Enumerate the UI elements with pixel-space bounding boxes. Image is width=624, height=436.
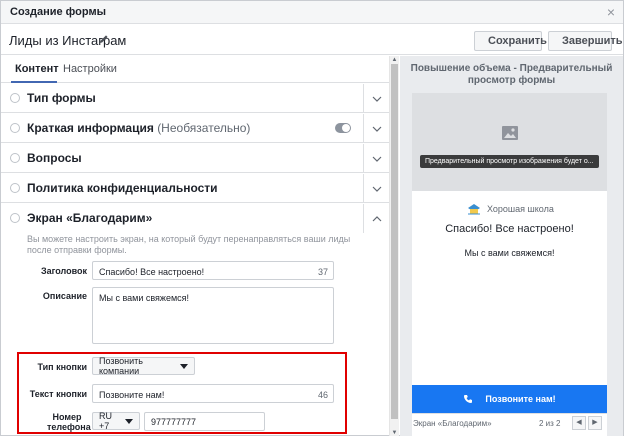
preview-screen-label: Экран «Благодарим» [413, 419, 492, 428]
brand-name: Хорошая школа [487, 204, 554, 214]
preview-headline: Спасибо! Все настроено! [445, 223, 574, 235]
preview-title: Повышение объема - Предварительный просм… [410, 63, 613, 86]
scroll-up-icon[interactable]: ▲ [390, 56, 399, 64]
chevron-down-icon[interactable] [363, 114, 389, 143]
preview-image-area: Предварительный просмотр изображения буд… [412, 93, 607, 191]
save-button[interactable]: Сохранить [474, 31, 547, 51]
finish-button-label: Завершить [562, 35, 623, 47]
section-status-radio [10, 123, 20, 133]
headline-label: Заголовок [40, 266, 87, 276]
phone-number-input[interactable]: 977777777 [144, 412, 265, 431]
form-header: Лиды из Инстаграм Сохранить Завершить [1, 25, 623, 55]
section-label: Краткая информация (Необязательно) [27, 121, 250, 135]
description-value: Мы с вами свяжемся! [99, 293, 190, 303]
section-status-radio [10, 93, 20, 103]
section-label: Политика конфиденциальности [27, 181, 218, 195]
button-type-label: Тип кнопки [37, 362, 87, 372]
button-type-select[interactable]: Позвонить компании [92, 356, 195, 376]
next-screen-button[interactable]: ▶ [588, 416, 602, 430]
preview-pager: 2 из 2 [539, 419, 561, 428]
active-tab-indicator [11, 81, 57, 83]
tab-settings[interactable]: Настройки [63, 63, 117, 75]
section-label-text: Краткая информация [27, 121, 154, 135]
section-status-radio [10, 183, 20, 193]
dialog-title: Создание формы [10, 6, 106, 18]
chevron-down-icon[interactable] [363, 144, 389, 173]
section-status-radio [10, 153, 20, 163]
thank-you-description: Вы можете настроить экран, на который бу… [27, 234, 351, 255]
create-form-dialog: Создание формы × Лиды из Инстаграм Сохра… [0, 0, 624, 436]
cta-label: Позвоните нам! [485, 394, 556, 404]
headline-input[interactable]: Спасибо! Все настроено! 37 [92, 261, 334, 280]
chevron-up-icon[interactable] [363, 204, 389, 233]
phone-country-value: RU +7 [99, 411, 112, 431]
phone-label: Номер телефона [47, 412, 91, 432]
phone-country-select[interactable]: RU +7 [92, 411, 140, 431]
section-status-radio [10, 213, 20, 223]
headline-char-count: 37 [317, 267, 328, 277]
save-button-label: Сохранить [488, 35, 547, 47]
description-label: Описание [42, 291, 87, 301]
caret-down-icon [180, 363, 188, 369]
editor-tabs: Контент Настройки [1, 56, 398, 83]
scroll-down-icon[interactable]: ▼ [390, 429, 399, 436]
chevron-down-icon[interactable] [363, 84, 389, 113]
section-questions[interactable]: Вопросы [1, 144, 389, 173]
section-label: Вопросы [27, 151, 82, 165]
phone-number-value: 977777777 [151, 417, 197, 427]
button-text-value: Позвоните нам! [99, 390, 165, 400]
scrollbar-thumb[interactable] [391, 64, 398, 419]
caret-down-icon [125, 418, 133, 424]
description-textarea[interactable]: Мы с вами свяжемся! [92, 287, 334, 344]
preview-footer: Экран «Благодарим» 2 из 2 ◀ ▶ [412, 413, 607, 436]
preview-panel: Повышение объема - Предварительный просм… [400, 56, 623, 436]
preview-call-button[interactable]: Позвоните нам! [412, 385, 607, 413]
optional-hint: (Необязательно) [157, 121, 251, 135]
preview-brand: Хорошая школа [467, 203, 554, 215]
image-icon [502, 126, 518, 140]
preview-phone: Предварительный просмотр изображения буд… [412, 93, 607, 436]
pencil-icon[interactable] [99, 34, 109, 44]
section-privacy-policy[interactable]: Политика конфиденциальности [1, 174, 389, 203]
button-text-label: Текст кнопки [29, 389, 87, 399]
close-icon[interactable]: × [607, 4, 615, 20]
headline-value: Спасибо! Все настроено! [99, 267, 205, 277]
preview-description: Мы с вами свяжемся! [464, 248, 555, 258]
school-logo-icon [468, 204, 480, 215]
section-intro[interactable]: Краткая информация (Необязательно) [1, 114, 389, 143]
dialog-titlebar: Создание формы × [1, 1, 623, 24]
prev-screen-button[interactable]: ◀ [572, 416, 586, 430]
button-type-value: Позвонить компании [99, 356, 143, 376]
tab-content[interactable]: Контент [15, 63, 59, 75]
button-text-char-count: 46 [317, 390, 328, 400]
intro-toggle[interactable] [335, 123, 351, 133]
section-form-type[interactable]: Тип формы [1, 84, 389, 113]
finish-button[interactable]: Завершить [548, 31, 623, 51]
section-label: Экран «Благодарим» [27, 211, 153, 225]
chevron-down-icon[interactable] [363, 174, 389, 203]
editor-scrollbar[interactable]: ▲ ▼ [389, 56, 399, 436]
section-thank-you[interactable]: Экран «Благодарим» [1, 204, 389, 233]
image-preview-tooltip: Предварительный просмотр изображения буд… [420, 155, 599, 168]
section-label: Тип формы [27, 91, 96, 105]
phone-icon [464, 395, 473, 403]
button-text-input[interactable]: Позвоните нам! 46 [92, 384, 334, 403]
